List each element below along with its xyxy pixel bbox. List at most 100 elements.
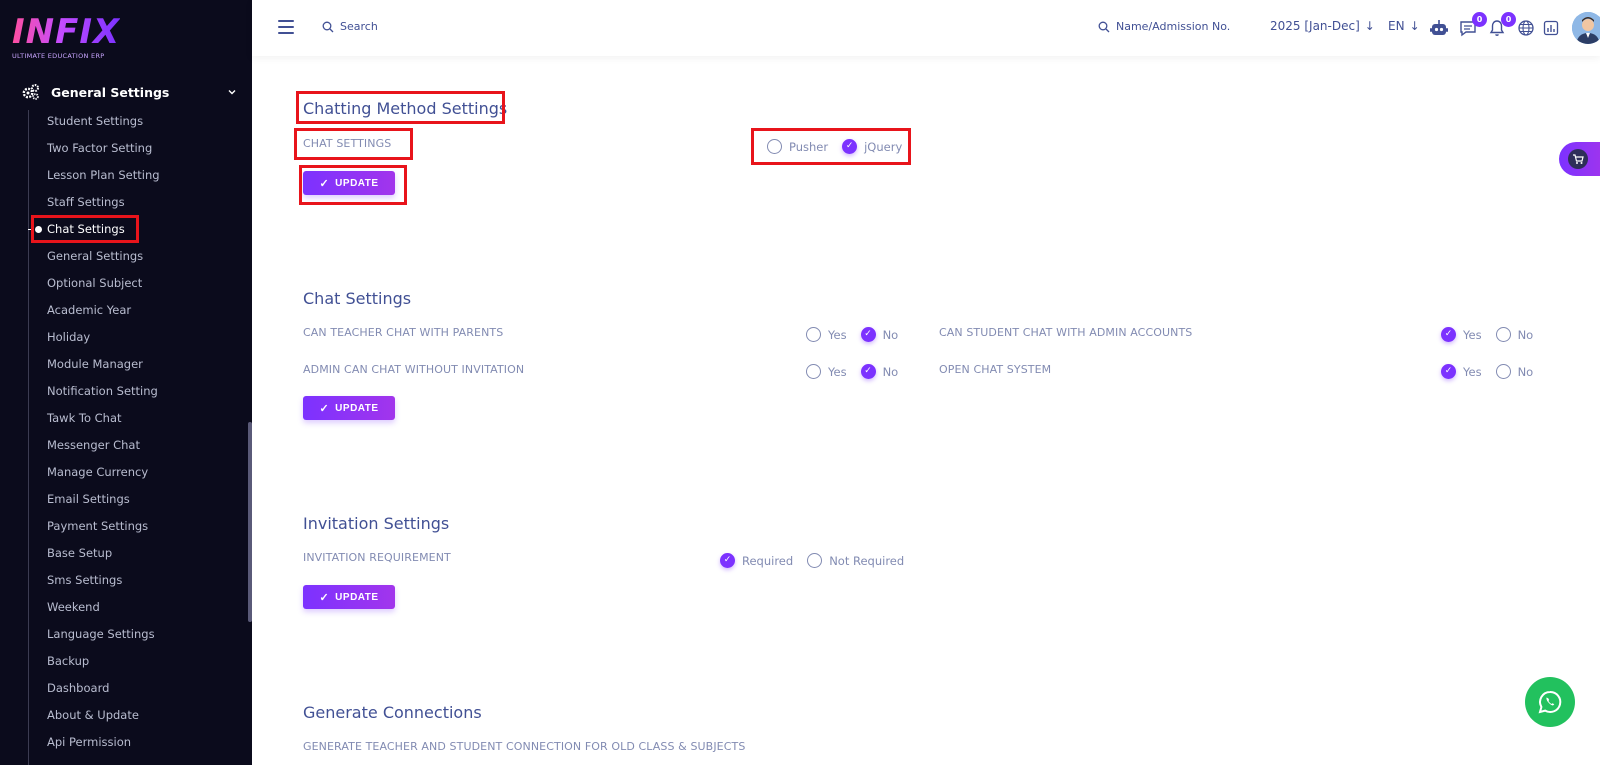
chat-settings-title: Chat Settings bbox=[303, 289, 412, 308]
jquery-radio[interactable] bbox=[842, 139, 858, 154]
student-admin-chat-yes[interactable]: Yes bbox=[1441, 327, 1482, 342]
generate-connections-title: Generate Connections bbox=[303, 703, 482, 722]
update-label: UPDATE bbox=[335, 402, 379, 414]
sidebar-item-holiday[interactable]: Holiday bbox=[47, 326, 160, 353]
logo-subtitle: ULTIMATE EDUCATION ERP bbox=[12, 52, 105, 60]
sidebar: INFIX ULTIMATE EDUCATION ERP General Set… bbox=[0, 0, 252, 765]
sidebar-item-weekend[interactable]: Weekend bbox=[47, 596, 160, 623]
check-icon: ✓ bbox=[319, 177, 330, 190]
invitation-update-button[interactable]: ✓ UPDATE bbox=[303, 585, 395, 609]
academic-year-select[interactable]: 2025 [Jan-Dec] ↓ bbox=[1270, 19, 1375, 33]
hamburger-menu-button[interactable] bbox=[278, 20, 294, 34]
sidebar-item-general-settings-sub[interactable]: General Settings bbox=[47, 245, 160, 272]
chat-method-radio-group: Pusher jQuery bbox=[767, 139, 902, 154]
sidebar-item-notification-setting[interactable]: Notification Setting bbox=[47, 380, 160, 407]
cart-icon bbox=[1568, 149, 1588, 169]
sidebar-item-module-manager[interactable]: Module Manager bbox=[47, 353, 160, 380]
teacher-parent-chat-no-radio[interactable] bbox=[860, 327, 876, 342]
sidebar-item-backup[interactable]: Backup bbox=[47, 650, 160, 677]
logo-text: INFIX bbox=[12, 12, 121, 52]
admin-chat-without-invitation-yes-radio[interactable] bbox=[806, 364, 821, 379]
teacher-parent-chat-radio-group: Yes No bbox=[806, 327, 898, 342]
invitation-not-required-option[interactable]: Not Required bbox=[807, 553, 904, 568]
pusher-radio[interactable] bbox=[767, 139, 782, 154]
sidebar-item-student-settings[interactable]: Student Settings bbox=[47, 110, 160, 137]
sidebar-item-base-setup[interactable]: Base Setup bbox=[47, 542, 160, 569]
invitation-required-option[interactable]: Required bbox=[720, 553, 793, 568]
chatting-method-title: Chatting Method Settings bbox=[303, 99, 508, 118]
update-label: UPDATE bbox=[335, 591, 379, 603]
sidebar-item-two-factor-setting[interactable]: Two Factor Setting bbox=[47, 137, 160, 164]
sidebar-item-dashboard[interactable]: Dashboard bbox=[47, 677, 160, 704]
sidebar-item-email-settings[interactable]: Email Settings bbox=[47, 488, 160, 515]
floating-cart-button[interactable] bbox=[1559, 142, 1600, 176]
logo[interactable]: INFIX ULTIMATE EDUCATION ERP bbox=[12, 14, 120, 60]
sidebar-item-academic-year[interactable]: Academic Year bbox=[47, 299, 160, 326]
sidebar-item-payment-settings[interactable]: Payment Settings bbox=[47, 515, 160, 542]
search-label: Search bbox=[340, 20, 378, 33]
no-label: No bbox=[1517, 327, 1534, 342]
active-indicator-line bbox=[28, 229, 34, 230]
sidebar-item-lesson-plan-setting[interactable]: Lesson Plan Setting bbox=[47, 164, 160, 191]
user-avatar[interactable] bbox=[1572, 12, 1600, 44]
chat-method-update-button[interactable]: ✓ UPDATE bbox=[303, 171, 395, 195]
admin-chat-without-invitation-label: ADMIN CAN CHAT WITHOUT INVITATION bbox=[303, 363, 525, 376]
admin-chat-without-invitation-no[interactable]: No bbox=[860, 364, 898, 379]
check-icon: ✓ bbox=[319, 402, 330, 415]
sidebar-item-messenger-chat[interactable]: Messenger Chat bbox=[47, 434, 160, 461]
messages-badge: 0 bbox=[1472, 12, 1487, 27]
student-admin-chat-yes-radio[interactable] bbox=[1441, 327, 1456, 342]
sidebar-item-manage-currency[interactable]: Manage Currency bbox=[47, 461, 160, 488]
sidebar-item-tawk-to-chat[interactable]: Tawk To Chat bbox=[47, 407, 160, 434]
report-icon[interactable] bbox=[1540, 17, 1562, 39]
invitation-not-required-radio[interactable] bbox=[807, 553, 823, 568]
jquery-label: jQuery bbox=[864, 139, 903, 154]
student-search-box[interactable]: Name/Admission No. bbox=[1098, 20, 1230, 33]
robot-icon[interactable] bbox=[1428, 17, 1450, 39]
search-box[interactable]: Search bbox=[322, 20, 378, 33]
pusher-option[interactable]: Pusher bbox=[767, 139, 828, 154]
invitation-requirement-label: INVITATION REQUIREMENT bbox=[303, 551, 451, 564]
sidebar-item-language-settings[interactable]: Language Settings bbox=[47, 623, 160, 650]
open-chat-system-no-radio[interactable] bbox=[1495, 364, 1511, 379]
teacher-parent-chat-no[interactable]: No bbox=[860, 327, 898, 342]
chat-settings-update-button[interactable]: ✓ UPDATE bbox=[303, 396, 395, 420]
sidebar-item-api-permission[interactable]: Api Permission bbox=[47, 731, 160, 758]
language-value: EN bbox=[1388, 19, 1405, 33]
admin-chat-without-invitation-no-radio[interactable] bbox=[860, 364, 876, 379]
student-admin-chat-no-radio[interactable] bbox=[1495, 327, 1511, 342]
admin-chat-without-invitation-radio-group: Yes No bbox=[806, 364, 898, 379]
student-admin-chat-no[interactable]: No bbox=[1495, 327, 1534, 342]
student-search-label: Name/Admission No. bbox=[1116, 20, 1231, 33]
globe-icon[interactable] bbox=[1515, 17, 1537, 39]
bell-icon[interactable]: 0 bbox=[1486, 12, 1516, 39]
no-label: No bbox=[1517, 364, 1534, 379]
top-header: Search Name/Admission No. 2025 [Jan-Dec]… bbox=[252, 0, 1600, 56]
student-admin-chat-radio-group: Yes No bbox=[1441, 327, 1533, 342]
sidebar-item-optional-subject[interactable]: Optional Subject bbox=[47, 272, 160, 299]
teacher-parent-chat-yes[interactable]: Yes bbox=[806, 327, 847, 342]
open-chat-system-yes-radio[interactable] bbox=[1441, 364, 1456, 379]
whatsapp-icon bbox=[1538, 690, 1562, 714]
yes-label: Yes bbox=[828, 327, 847, 342]
admin-chat-without-invitation-yes[interactable]: Yes bbox=[806, 364, 847, 379]
whatsapp-button[interactable] bbox=[1525, 677, 1575, 727]
arrow-down-icon: ↓ bbox=[1364, 19, 1375, 33]
open-chat-system-yes[interactable]: Yes bbox=[1441, 364, 1482, 379]
invitation-required-radio[interactable] bbox=[720, 553, 735, 568]
teacher-parent-chat-yes-radio[interactable] bbox=[806, 327, 821, 342]
sidebar-item-staff-settings[interactable]: Staff Settings bbox=[47, 191, 160, 218]
jquery-option[interactable]: jQuery bbox=[842, 139, 902, 154]
language-select[interactable]: EN ↓ bbox=[1388, 19, 1420, 33]
sidebar-item-about-update[interactable]: About & Update bbox=[47, 704, 160, 731]
sidebar-item-chat-settings[interactable]: Chat Settings bbox=[47, 218, 160, 245]
open-chat-system-no[interactable]: No bbox=[1495, 364, 1534, 379]
notifications-badge: 0 bbox=[1501, 12, 1516, 27]
sidebar-item-sms-settings[interactable]: Sms Settings bbox=[47, 569, 160, 596]
sidebar-scrollbar[interactable] bbox=[248, 422, 252, 622]
sidebar-item-general-settings[interactable]: General Settings bbox=[22, 82, 237, 102]
message-icon[interactable]: 0 bbox=[1457, 12, 1487, 39]
yes-label: Yes bbox=[1463, 327, 1482, 342]
generate-connections-label: GENERATE TEACHER AND STUDENT CONNECTION … bbox=[303, 740, 746, 753]
yes-label: Yes bbox=[828, 364, 847, 379]
